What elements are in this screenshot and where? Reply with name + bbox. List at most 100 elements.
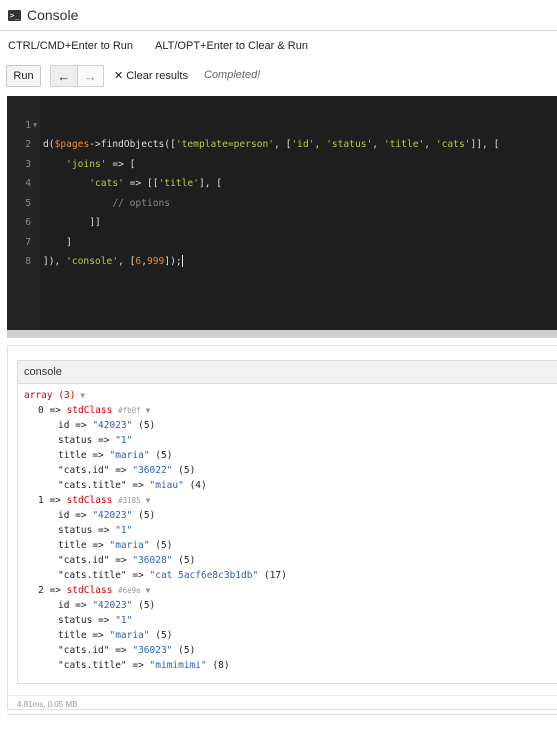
title-bar: >_ Console (0, 0, 557, 31)
prop-key: "cats.id" => (58, 555, 133, 566)
prop-length: (5) (172, 555, 196, 566)
console-header: console (18, 361, 557, 384)
text-cursor (181, 255, 183, 267)
dump-property-row: status => "1" (58, 433, 132, 448)
dump-property-row: "cats.id" => "36022" (5) (58, 463, 195, 478)
terminal-icon: >_ (8, 9, 21, 21)
divider (7, 695, 557, 696)
dump-property-row: "cats.id" => "36023" (5) (58, 643, 195, 658)
dump-property-row: status => "1" (58, 613, 132, 628)
code-line: 6 ] (7, 194, 557, 248)
object-hash: #fb0f (118, 406, 141, 415)
keyboard-hints: CTRL/CMD+Enter to Run ALT/OPT+Enter to C… (8, 40, 308, 52)
prop-key: id => (58, 510, 93, 521)
item-index: 2 => (38, 585, 67, 596)
prop-length: (5) (172, 465, 196, 476)
clear-results-label: Clear results (126, 70, 188, 82)
prop-value: "maria" (109, 630, 150, 641)
prop-key: id => (58, 600, 93, 611)
class-name: stdClass (66, 405, 113, 416)
line-number: 8 (25, 256, 31, 267)
dump-array-row: array (3) ▼ (24, 388, 85, 403)
code-line: 3 'cats' => [['title'], [ (7, 135, 557, 190)
prop-value: "36028" (132, 555, 173, 566)
prop-length: (5) (172, 645, 196, 656)
prop-length: (17) (258, 570, 287, 581)
prop-key: "cats.title" => (58, 570, 150, 581)
prop-key: status => (58, 615, 116, 626)
prop-length: (5) (149, 630, 173, 641)
dump-property-row: id => "42023" (5) (58, 418, 155, 433)
prop-value: "1" (115, 525, 133, 536)
window-title: Console (27, 7, 79, 23)
collapse-arrow-icon[interactable]: ▼ (141, 496, 151, 505)
prop-key: status => (58, 435, 116, 446)
history-nav: ← → (50, 65, 104, 87)
object-hash: #3185 (118, 496, 141, 505)
prop-value: "miau" (149, 480, 184, 491)
dump-property-row: title => "maria" (5) (58, 448, 172, 463)
dump-property-row: status => "1" (58, 523, 132, 538)
prop-key: status => (58, 525, 116, 536)
dump-property-row: "cats.title" => "cat 5acf6e8c3b1db" (17) (58, 568, 287, 583)
close-icon: ✕ (114, 70, 124, 82)
code-line: 7 ]), 'console', [6,999]); (7, 213, 557, 267)
dump-property-row: id => "42023" (5) (58, 598, 155, 613)
prop-value: "maria" (109, 540, 150, 551)
prop-length: (4) (183, 480, 207, 491)
console-output: console array (3) ▼ 0 => stdClass #fb0f ▼… (17, 360, 557, 684)
dump-property-row: "cats.title" => "miau" (4) (58, 478, 207, 493)
resize-handle[interactable] (7, 330, 557, 338)
back-arrow-icon[interactable]: ← (51, 66, 78, 86)
code-line: 2 'joins' => [ (7, 116, 557, 170)
prop-key: "cats.id" => (58, 465, 133, 476)
prop-value: "42023" (92, 420, 133, 431)
code-line: 8 (7, 233, 557, 267)
dump-object-row: 2 => stdClass #6e9e ▼ (38, 583, 150, 598)
forward-arrow-icon[interactable]: → (78, 66, 104, 86)
prop-value: "maria" (109, 450, 150, 461)
prop-value: "1" (115, 435, 133, 446)
dump-object-row: 1 => stdClass #3185 ▼ (38, 493, 150, 508)
dump-property-row: title => "maria" (5) (58, 628, 172, 643)
prop-value: "36022" (132, 465, 173, 476)
prop-length: (5) (132, 510, 156, 521)
prop-value: "42023" (92, 600, 133, 611)
prop-value: "36023" (132, 645, 173, 656)
prop-key: title => (58, 630, 110, 641)
code-line: 1 ▼ d($pages->findObjects(['template=pers… (7, 96, 557, 151)
status-text: Completed! (204, 69, 261, 81)
run-button[interactable]: Run (6, 65, 41, 87)
item-index: 0 => (38, 405, 67, 416)
dump-property-row: "cats.id" => "36028" (5) (58, 553, 195, 568)
timing-info: 4.81ms, 0.05 MB (17, 700, 78, 709)
code-line: 5 ]] (7, 174, 557, 229)
clear-hint: ALT/OPT+Enter to Clear & Run (155, 40, 308, 52)
prop-key: title => (58, 450, 110, 461)
item-index: 1 => (38, 495, 67, 506)
prop-length: (5) (132, 600, 156, 611)
code-line: 4 // options (7, 155, 557, 209)
collapse-arrow-icon[interactable]: ▼ (141, 586, 151, 595)
prop-key: id => (58, 420, 93, 431)
prop-length: (8) (206, 660, 230, 671)
prop-key: "cats.title" => (58, 480, 150, 491)
clear-results-button[interactable]: ✕ Clear results (114, 69, 188, 82)
code-editor[interactable]: 1 ▼ d($pages->findObjects(['template=pers… (7, 96, 557, 330)
prop-length: (5) (149, 450, 173, 461)
dump-property-row: title => "maria" (5) (58, 538, 172, 553)
dump-property-row: "cats.title" => "mimimimi" (8) (58, 658, 230, 673)
prop-value: "1" (115, 615, 133, 626)
prop-key: "cats.title" => (58, 660, 150, 671)
prop-length: (5) (149, 540, 173, 551)
class-name: stdClass (66, 585, 113, 596)
collapse-arrow-icon[interactable]: ▼ (75, 391, 85, 400)
toolbar: Run ← → ✕ Clear results Completed! (0, 63, 557, 89)
run-hint: CTRL/CMD+Enter to Run (8, 40, 134, 52)
code-text: ]), 'console', [6,999]); (43, 255, 183, 267)
class-name: stdClass (66, 495, 113, 506)
collapse-arrow-icon[interactable]: ▼ (141, 406, 151, 415)
object-hash: #6e9e (118, 586, 141, 595)
dump-object-row: 0 => stdClass #fb0f ▼ (38, 403, 150, 418)
dump-property-row: id => "42023" (5) (58, 508, 155, 523)
